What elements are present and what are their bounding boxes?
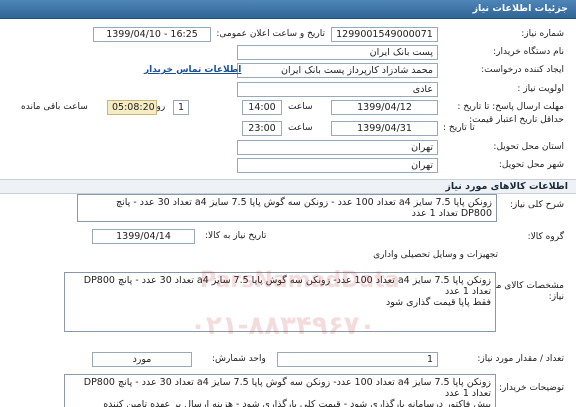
buyer-notes-label: توضیحات خریدار: — [498, 383, 564, 393]
creator-label: ایجاد کننده درخواست: — [481, 65, 564, 75]
goods-group-label: گروه کالا: — [527, 232, 564, 242]
announce-datetime-label: تاریخ و ساعت اعلان عمومی: — [216, 29, 325, 39]
page-header: جزئیات اطلاعات نیاز — [0, 0, 576, 19]
remaining-days: 1 — [173, 100, 189, 115]
priority-field: عادی — [237, 82, 438, 97]
price-validity-time: 23:00 — [242, 121, 282, 136]
summary-line-1: زونکن پاپا 7.5 سایز a4 تعداد 100 عدد - ز… — [115, 197, 492, 208]
need-date-field: 1399/04/14 — [92, 229, 195, 244]
price-validity-date: 1399/04/31 — [331, 121, 438, 136]
unit-field: مورد — [92, 352, 192, 367]
page-title: جزئیات اطلاعات نیاز — [472, 3, 568, 14]
buyer-notes-line-2: تعداد 1 عدد — [444, 388, 491, 399]
specs-line-1: زونکن پاپا 7.5 سایز a4 تعداد 100 عدد- زو… — [83, 275, 491, 286]
price-validity-to-label: تا تاریخ : — [443, 123, 475, 133]
announce-datetime-field: 1399/04/10 - 16:25 — [93, 27, 211, 42]
goods-section-title: اطلاعات کالاهای مورد نیاز — [445, 181, 568, 192]
buyer-notes-box: زونکن پاپا 7.5 سایز a4 تعداد 100 عدد- زو… — [64, 374, 496, 407]
city-field: تهران — [237, 158, 438, 173]
buyer-org-field: پست بانک ایران — [237, 45, 438, 60]
summary-line-2: DP800 تعداد 1 عدد — [411, 208, 492, 219]
specs-line-3: فقط پاپا قیمت گذاری شود — [385, 297, 491, 308]
reply-deadline-date: 1399/04/12 — [331, 100, 438, 115]
goods-group-value: تجهیزات و وسایل تحصیلی واداری — [373, 250, 498, 260]
reply-deadline-time: 14:00 — [242, 100, 282, 115]
goods-section-header: اطلاعات کالاهای مورد نیاز — [0, 179, 576, 194]
specs-box: زونکن پاپا 7.5 سایز a4 تعداد 100 عدد- زو… — [64, 272, 496, 332]
priority-label: اولویت نیاز : — [517, 84, 564, 94]
need-number-label: شماره نیاز: — [521, 29, 564, 39]
province-field: تهران — [237, 140, 438, 155]
unit-label: واحد شمارش: — [212, 354, 266, 364]
buyer-contact-link[interactable]: اطلاعات تماس خریدار — [144, 65, 241, 75]
buyer-notes-line-1: زونکن پاپا 7.5 سایز a4 تعداد 100 عدد- زو… — [83, 377, 491, 388]
remaining-time: 05:08:20 — [107, 100, 157, 115]
creator-field: محمد شادزاد کارپرداز پست بانک ایران — [237, 63, 438, 78]
price-time-label: ساعت — [288, 123, 313, 133]
reply-time-label: ساعت — [288, 102, 313, 112]
price-validity-label: حداقل تاریخ اعتبار قیمت: — [469, 115, 564, 125]
need-number-field: 1299001549000071 — [331, 27, 438, 42]
summary-label: شرح کلی نیاز: — [509, 200, 564, 210]
quantity-label: تعداد / مقدار مورد نیاز: — [477, 354, 564, 364]
remaining-time-label: ساعت باقی مانده — [21, 102, 88, 112]
need-date-label: تاریخ نیاز به کالا: — [205, 231, 267, 241]
city-label: شهر محل تحویل: — [498, 160, 564, 170]
specs-line-2: تعداد 1 عدد — [444, 286, 491, 297]
quantity-field: 1 — [277, 352, 438, 367]
summary-box: زونکن پاپا 7.5 سایز a4 تعداد 100 عدد - ز… — [77, 194, 497, 222]
province-label: استان محل تحویل: — [493, 142, 564, 152]
buyer-notes-line-3: پیش فاکتور درسامانه بارگذاری شود - قیمت … — [103, 399, 491, 407]
reply-deadline-label: مهلت ارسال پاسخ: تا تاریخ : — [457, 102, 564, 112]
buyer-org-label: نام دستگاه خریدار: — [493, 47, 564, 57]
